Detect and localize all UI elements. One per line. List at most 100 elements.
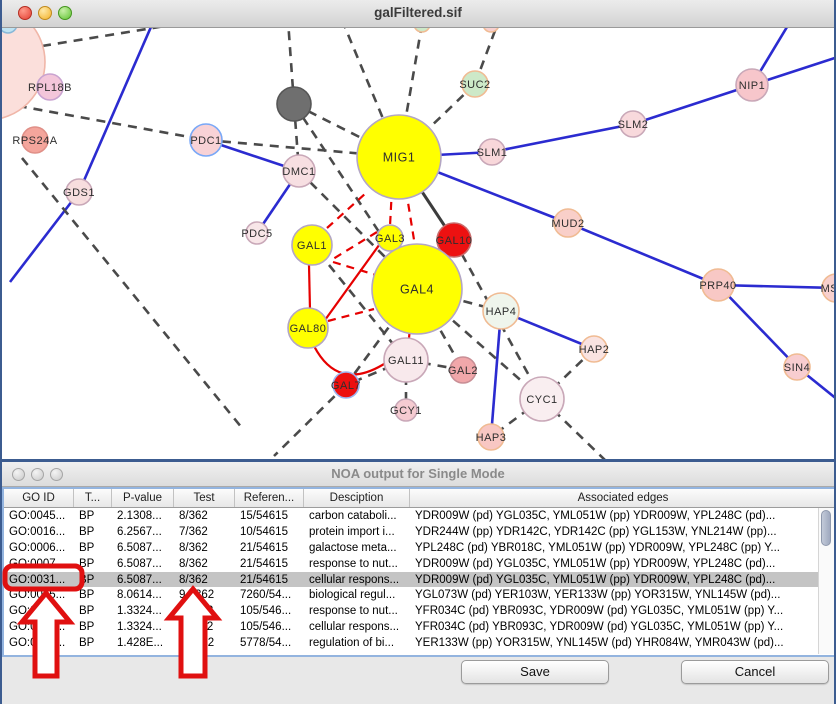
node-GAL80[interactable] [288,308,328,348]
node-NIP1[interactable] [736,69,768,101]
cell: 6.5087... [112,558,174,570]
node-GAL1[interactable] [292,225,332,265]
cancel-button[interactable]: Cancel [681,660,829,684]
edge [79,28,154,192]
node-RPL18B[interactable] [37,74,63,100]
column-header-go-id[interactable]: GO ID [4,489,74,507]
node-GAL11[interactable] [384,338,428,382]
table-row[interactable]: GO:0045...BP2.1308...8/36215/54615carbon… [4,508,836,524]
cell: 8/362 [174,574,235,586]
cell: 105/546... [235,621,304,633]
node-DMC1[interactable] [283,155,315,187]
cell: 10/54615 [235,526,304,538]
cell: 6.5087... [112,542,174,554]
node-GAL4[interactable] [372,244,462,334]
table-row[interactable]: GO:0031...BP6.5087...8/36221/54615cellul… [4,572,836,588]
node-HAP2[interactable] [581,336,607,362]
cell: GO:0045... [4,510,74,522]
network-canvas[interactable]: RPL18BRPS24AGDS1PDC1PDC5DMC1MIG1SLM1SUC2… [2,28,834,459]
node-PRP40[interactable] [702,269,734,301]
cell: response to nut... [304,605,410,617]
noa-panel-titlebar[interactable]: NOA output for Single Mode [2,462,834,487]
edge [328,309,374,321]
cell: GO:0007... [4,558,74,570]
table-header-row: GO IDT...P-valueTestReferen...Desciption… [4,489,836,508]
cell: GO:0031... [4,574,74,586]
cell: YGL073W (pd) YER103W, YER133W (pp) YOR31… [410,589,836,601]
node-GAL2[interactable] [450,357,476,383]
node-MUD2[interactable] [554,209,582,237]
node-GCY1[interactable] [395,399,417,421]
node-CYC1[interactable] [520,377,564,421]
table-row[interactable]: GO:0050...BP1.428E...80/3625778/54...reg… [4,635,836,651]
cell: YFR034C (pd) YBR093C, YDR009W (pd) YGL03… [410,605,836,617]
node-PDC1[interactable] [190,124,222,156]
node-bigleft[interactable] [2,28,45,120]
node-SLM1[interactable] [479,139,505,165]
node-HAP4[interactable] [483,293,519,329]
cell: cellular respons... [304,574,410,586]
node-graynode[interactable] [277,87,311,121]
node-SIN4[interactable] [784,354,810,380]
node-RPS24A[interactable] [22,127,48,153]
node-GDS1[interactable] [66,179,92,205]
cell: 105/546... [235,605,304,617]
cell: regulation of bi... [304,637,410,649]
cell: 15/54615 [235,510,304,522]
column-header-referen-[interactable]: Referen... [235,489,304,507]
node-MSL1[interactable] [822,274,834,302]
table-row[interactable]: GO:0065...BP8.0614...94/3627260/54...bio… [4,587,836,603]
edge [274,385,346,456]
cell: 6.2567... [112,526,174,538]
cell: GO:0031... [4,621,74,633]
cell: galactose meta... [304,542,410,554]
window-title: galFiltered.sif [2,5,834,20]
node-MIG1[interactable] [357,115,441,199]
table-row[interactable]: GO:0006...BP6.5087...8/36221/54615galact… [4,540,836,556]
scrollbar-thumb[interactable] [821,510,831,546]
save-button[interactable]: Save [461,660,609,684]
column-header-p-value[interactable]: P-value [112,489,174,507]
cell: response to nut... [304,558,410,570]
network-graph: RPL18BRPS24AGDS1PDC1PDC5DMC1MIG1SLM1SUC2… [2,28,834,459]
edge [309,265,310,310]
table-row[interactable]: GO:0016...BP6.2567...7/36210/54615protei… [4,524,836,540]
network-window-titlebar[interactable]: galFiltered.sif [2,0,834,28]
column-header-desciption[interactable]: Desciption [304,489,410,507]
cell: 21/54615 [235,542,304,554]
edge-curve [314,346,384,375]
edge [492,124,633,152]
cell: 8/362 [174,542,235,554]
cell: BP [74,621,112,633]
cell: YER133W (pp) YOR315W, YNL145W (pd) YHR08… [410,637,836,649]
node-HAP3[interactable] [478,424,504,450]
cell: 8/362 [174,510,235,522]
node-GAL7[interactable] [333,372,359,398]
noa-output-panel: NOA output for Single Mode GO IDT...P-va… [2,462,834,704]
cell: GO:0050... [4,637,74,649]
table-row[interactable]: GO:0031...BP1.3324...11/362105/546...res… [4,603,836,619]
node-SUC2[interactable] [462,71,488,97]
cell: BP [74,558,112,570]
cell: BP [74,589,112,601]
column-header-associated-edges[interactable]: Associated edges [410,489,836,507]
cell: BP [74,510,112,522]
table-row[interactable]: GO:0031...BP1.3324...11/362105/546...cel… [4,619,836,635]
cell: GO:0006... [4,542,74,554]
cell: BP [74,605,112,617]
cell: 5778/54... [235,637,304,649]
node-PDC5[interactable] [246,222,268,244]
column-header-test[interactable]: Test [174,489,235,507]
cell: 1.3324... [112,621,174,633]
table-row[interactable]: GO:0007...BP6.5087...8/36221/54615respon… [4,556,836,572]
column-header-t-[interactable]: T... [74,489,112,507]
cell: 2.1308... [112,510,174,522]
edge [633,85,752,124]
cell: YDR009W (pd) YGL035C, YML051W (pp) YDR00… [410,558,836,570]
node-SLM2[interactable] [620,111,646,137]
node-pinkp[interactable] [483,28,499,32]
edge [333,262,376,275]
cell: 1.3324... [112,605,174,617]
vertical-scrollbar[interactable] [818,508,834,654]
node-greenp[interactable] [414,28,430,32]
